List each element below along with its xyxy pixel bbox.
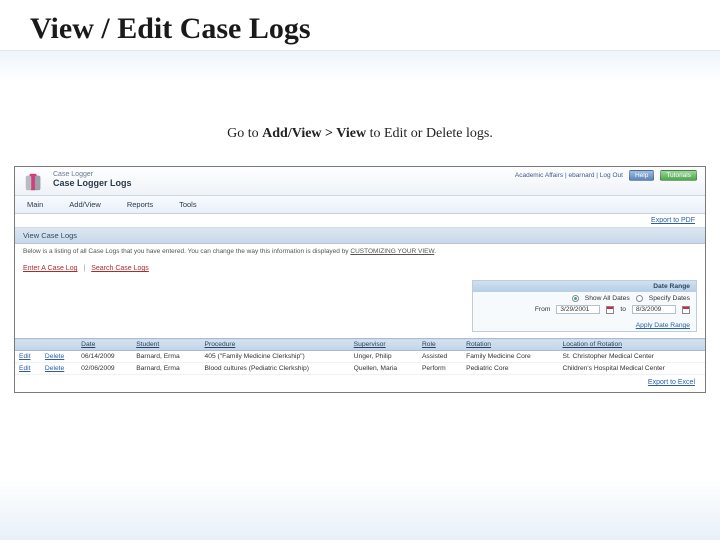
nav-tools[interactable]: Tools — [179, 200, 197, 209]
cell-supervisor: Unger, Philip — [350, 351, 418, 363]
show-all-dates-radio[interactable] — [572, 295, 579, 302]
nav-main[interactable]: Main — [27, 200, 43, 209]
date-range-panel: Date Range Show All Dates Specify Dates … — [472, 280, 697, 332]
export-bottom-bar: Export to Excel — [15, 375, 705, 392]
link-separator: | — [79, 265, 89, 272]
slide-title: View / Edit Case Logs — [0, 0, 720, 52]
table-row: Edit Delete 06/14/2009 Barnard, Erma 405… — [15, 351, 705, 363]
col-date[interactable]: Date — [77, 339, 132, 351]
header-user-area: Academic Affairs | ebarnard | Log Out He… — [515, 170, 697, 181]
logout-link[interactable]: Log Out — [600, 172, 623, 179]
date-range-container: Date Range Show All Dates Specify Dates … — [15, 278, 705, 338]
from-label: From — [535, 306, 551, 313]
col-delete — [41, 339, 77, 351]
cell-student: Barnard, Erma — [132, 351, 200, 363]
col-role[interactable]: Role — [418, 339, 462, 351]
cell-location: Children's Hospital Medical Center — [559, 363, 706, 375]
apply-date-range-link[interactable]: Apply Date Range — [636, 322, 690, 329]
cell-procedure: 405 ("Family Medicine Clerkship") — [201, 351, 350, 363]
export-pdf-link[interactable]: Export to PDF — [651, 217, 695, 224]
section-header: View Case Logs — [15, 228, 705, 244]
specify-dates-label: Specify Dates — [649, 295, 690, 302]
app-logo-icon — [23, 171, 45, 193]
col-rotation[interactable]: Rotation — [462, 339, 558, 351]
show-all-dates-label: Show All Dates — [585, 295, 630, 302]
case-logs-table: Date Student Procedure Supervisor Role R… — [15, 338, 705, 375]
export-excel-link[interactable]: Export to Excel — [648, 379, 695, 386]
to-calendar-icon[interactable] — [682, 306, 690, 314]
instruction-pre: Go to — [227, 126, 262, 141]
app-page-title: Case Logger Logs — [53, 178, 132, 188]
col-location[interactable]: Location of Rotation — [559, 339, 706, 351]
decorative-wave-bottom — [0, 480, 720, 540]
tutorials-button[interactable]: Tutorials — [660, 170, 697, 181]
app-screenshot-frame: Case Logger Case Logger Logs Academic Af… — [14, 166, 706, 393]
search-case-logs-link[interactable]: Search Case Logs — [91, 265, 149, 272]
to-label: to — [620, 306, 626, 313]
cell-procedure: Blood cultures (Pediatric Clerkship) — [201, 363, 350, 375]
edit-link[interactable]: Edit — [19, 365, 31, 372]
export-top-bar: Export to PDF — [15, 214, 705, 228]
customize-view-link[interactable]: CUSTOMIZING YOUR VIEW — [350, 248, 434, 255]
col-supervisor[interactable]: Supervisor — [350, 339, 418, 351]
app-header: Case Logger Case Logger Logs Academic Af… — [15, 167, 705, 196]
cell-student: Barnard, Erma — [132, 363, 200, 375]
delete-link[interactable]: Delete — [45, 353, 64, 360]
main-nav: Main Add/View Reports Tools — [15, 196, 705, 214]
table-row: Edit Delete 02/06/2009 Barnard, Erma Blo… — [15, 363, 705, 375]
nav-reports[interactable]: Reports — [127, 200, 153, 209]
cell-role: Assisted — [418, 351, 462, 363]
cell-location: St. Christopher Medical Center — [559, 351, 706, 363]
cell-date: 06/14/2009 — [77, 351, 132, 363]
col-procedure[interactable]: Procedure — [201, 339, 350, 351]
header-context-text: Academic Affairs | ebarnard | — [515, 172, 600, 179]
edit-link[interactable]: Edit — [19, 353, 31, 360]
help-button[interactable]: Help — [629, 170, 654, 181]
date-range-header: Date Range — [473, 281, 696, 292]
nav-add-view[interactable]: Add/View — [69, 200, 101, 209]
instruction-bold: Add/View > View — [262, 126, 366, 141]
sub-links: Enter A Case Log | Search Case Logs — [15, 259, 705, 278]
decorative-wave-top — [0, 50, 720, 80]
cell-rotation: Pediatric Core — [462, 363, 558, 375]
section-description: Below is a listing of all Case Logs that… — [15, 244, 705, 259]
cell-role: Perform — [418, 363, 462, 375]
col-student[interactable]: Student — [132, 339, 200, 351]
specify-dates-radio[interactable] — [636, 295, 643, 302]
from-calendar-icon[interactable] — [606, 306, 614, 314]
instruction-text: Go to Add/View > View to Edit or Delete … — [160, 122, 560, 146]
instruction-post: to Edit or Delete logs. — [366, 126, 493, 141]
section-desc-text: Below is a listing of all Case Logs that… — [23, 248, 350, 255]
cell-date: 02/06/2009 — [77, 363, 132, 375]
app-product-name: Case Logger — [53, 171, 132, 178]
delete-link[interactable]: Delete — [45, 365, 64, 372]
cell-supervisor: Quellen, Maria — [350, 363, 418, 375]
enter-case-log-link[interactable]: Enter A Case Log — [23, 265, 77, 272]
from-date-input[interactable]: 3/29/2001 — [556, 305, 600, 314]
col-edit — [15, 339, 41, 351]
to-date-input[interactable]: 8/3/2009 — [632, 305, 676, 314]
cell-rotation: Family Medicine Core — [462, 351, 558, 363]
table-header-row: Date Student Procedure Supervisor Role R… — [15, 339, 705, 351]
